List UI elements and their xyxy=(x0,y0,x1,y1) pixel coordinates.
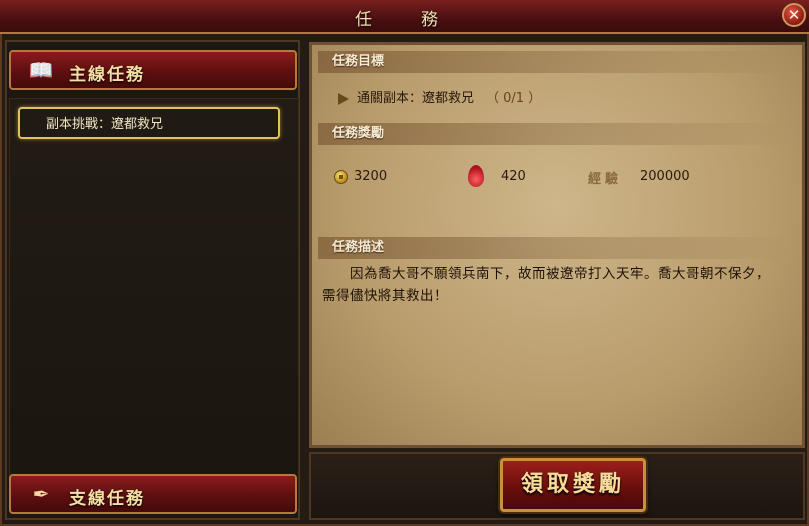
quest-list-item-selected[interactable]: 副本挑戰：遼都救兄 xyxy=(18,107,280,139)
rewards-heading: 任務獎勵 xyxy=(318,123,788,145)
spirit-reward-value: 420 xyxy=(501,169,526,184)
main-quest-category-label: 主線任務 xyxy=(69,65,145,85)
main-quest-category-button[interactable]: 📖 主線任務 xyxy=(9,50,297,90)
quill-icon: ✒ xyxy=(32,482,50,506)
side-quest-category-button[interactable]: ✒ 支線任務 xyxy=(9,474,297,514)
gold-reward-value: 3200 xyxy=(354,169,388,184)
rewards-row: 3200 420 經驗 200000 xyxy=(334,165,774,191)
objective-row: 通關副本：遼都救兄 （ 0/1 ） xyxy=(338,87,541,107)
claim-reward-button[interactable]: 領取獎勵 xyxy=(500,458,646,512)
arrow-right-icon xyxy=(338,92,349,105)
close-button[interactable]: ✕ xyxy=(782,3,806,27)
quest-detail-panel: 任務目標 通關副本：遼都救兄 （ 0/1 ） 任務獎勵 3200 420 經驗 2… xyxy=(309,42,805,448)
objective-heading: 任務目標 xyxy=(318,51,788,73)
exp-reward-value: 200000 xyxy=(640,169,690,184)
exp-label: 經驗 xyxy=(588,172,623,187)
quest-window: 任 務 ✕ 📖 主線任務 副本挑戰：遼都救兄 ✒ 支線任務 任務目標 通關副本：… xyxy=(0,0,809,526)
objective-text: 通關副本：遼都救兄 xyxy=(357,91,475,106)
window-title: 任 務 xyxy=(355,10,454,30)
title-bar[interactable]: 任 務 ✕ xyxy=(0,0,809,34)
objective-progress: （ 0/1 ） xyxy=(486,91,542,106)
side-quest-category-label: 支線任務 xyxy=(69,489,145,509)
description-heading: 任務描述 xyxy=(318,237,788,259)
quest-list: 副本挑戰：遼都救兄 xyxy=(9,98,299,510)
gold-coin-icon xyxy=(334,170,348,184)
quest-category-panel: 📖 主線任務 副本挑戰：遼都救兄 ✒ 支線任務 xyxy=(5,40,300,520)
close-icon: ✕ xyxy=(787,6,801,24)
scroll-book-icon: 📖 xyxy=(28,58,54,82)
description-text: 因為喬大哥不願領兵南下，故而被遼帝打入天牢。喬大哥朝不保夕，需得儘快將其救出！ xyxy=(322,266,770,304)
spirit-flame-icon xyxy=(468,165,484,187)
quest-list-item-label: 副本挑戰：遼都救兄 xyxy=(46,117,164,132)
